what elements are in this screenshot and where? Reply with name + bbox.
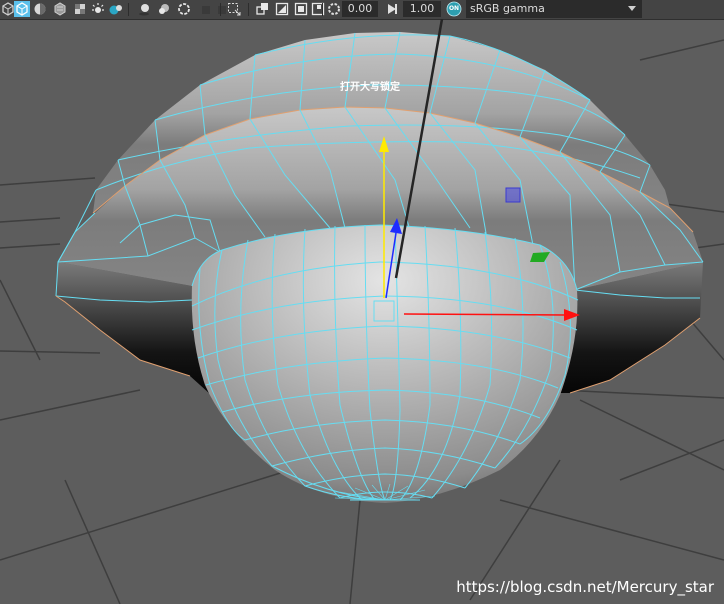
field-chart-icon[interactable] bbox=[293, 1, 309, 17]
xray-icon[interactable] bbox=[198, 1, 214, 17]
dropdown-chevron-icon bbox=[625, 1, 639, 21]
ambient-occlusion-icon[interactable] bbox=[108, 1, 124, 17]
color-management-icon[interactable]: ON bbox=[446, 1, 462, 17]
maya-viewport-window: 0.00 1.00 ON sRGB gamma 打开大写锁定 https://b… bbox=[0, 0, 724, 604]
gamma-icon[interactable] bbox=[384, 1, 400, 17]
watermark-text: https://blog.csdn.net/Mercury_star bbox=[456, 578, 714, 596]
exposure-icon[interactable] bbox=[326, 1, 342, 17]
ime-caps-lock-indicator: 打开大写锁定 bbox=[340, 82, 400, 93]
manip-plane-handle-blue[interactable] bbox=[505, 187, 521, 203]
shadow-sphere-icon[interactable] bbox=[90, 1, 106, 17]
viewport-toolbar: 0.00 1.00 ON sRGB gamma bbox=[0, 0, 724, 20]
ring-icon[interactable] bbox=[156, 1, 172, 17]
toolbar-separator bbox=[220, 3, 221, 16]
color-space-label: sRGB gamma bbox=[470, 2, 545, 15]
mushroom-stem[interactable] bbox=[191, 224, 579, 503]
exposure-field[interactable]: 0.00 bbox=[342, 1, 378, 17]
gamma-field[interactable]: 1.00 bbox=[403, 1, 441, 17]
toolbar-separator bbox=[128, 3, 129, 16]
lights-icon[interactable] bbox=[52, 1, 68, 17]
gradient-icon[interactable] bbox=[72, 1, 88, 17]
toolbar-separator bbox=[322, 3, 323, 16]
wireframe-cube-icon[interactable] bbox=[14, 1, 30, 17]
color-space-dropdown[interactable]: sRGB gamma bbox=[466, 0, 642, 18]
viewport-scene bbox=[0, 19, 724, 604]
grease-pencil-icon[interactable] bbox=[310, 1, 326, 17]
manip-x-axis[interactable] bbox=[403, 313, 567, 316]
safe-area-icon[interactable] bbox=[274, 1, 290, 17]
color-management-badge-text: ON bbox=[448, 5, 460, 12]
toolbar-separator bbox=[248, 3, 249, 16]
3d-viewport[interactable]: 打开大写锁定 https://blog.csdn.net/Mercury_sta… bbox=[0, 19, 724, 604]
textured-cube-icon[interactable] bbox=[32, 1, 48, 17]
film-gate-icon[interactable] bbox=[226, 1, 242, 17]
resolution-gate-icon[interactable] bbox=[255, 1, 271, 17]
motion-blur-icon[interactable] bbox=[136, 1, 152, 17]
isolate-select-icon[interactable] bbox=[176, 1, 192, 17]
